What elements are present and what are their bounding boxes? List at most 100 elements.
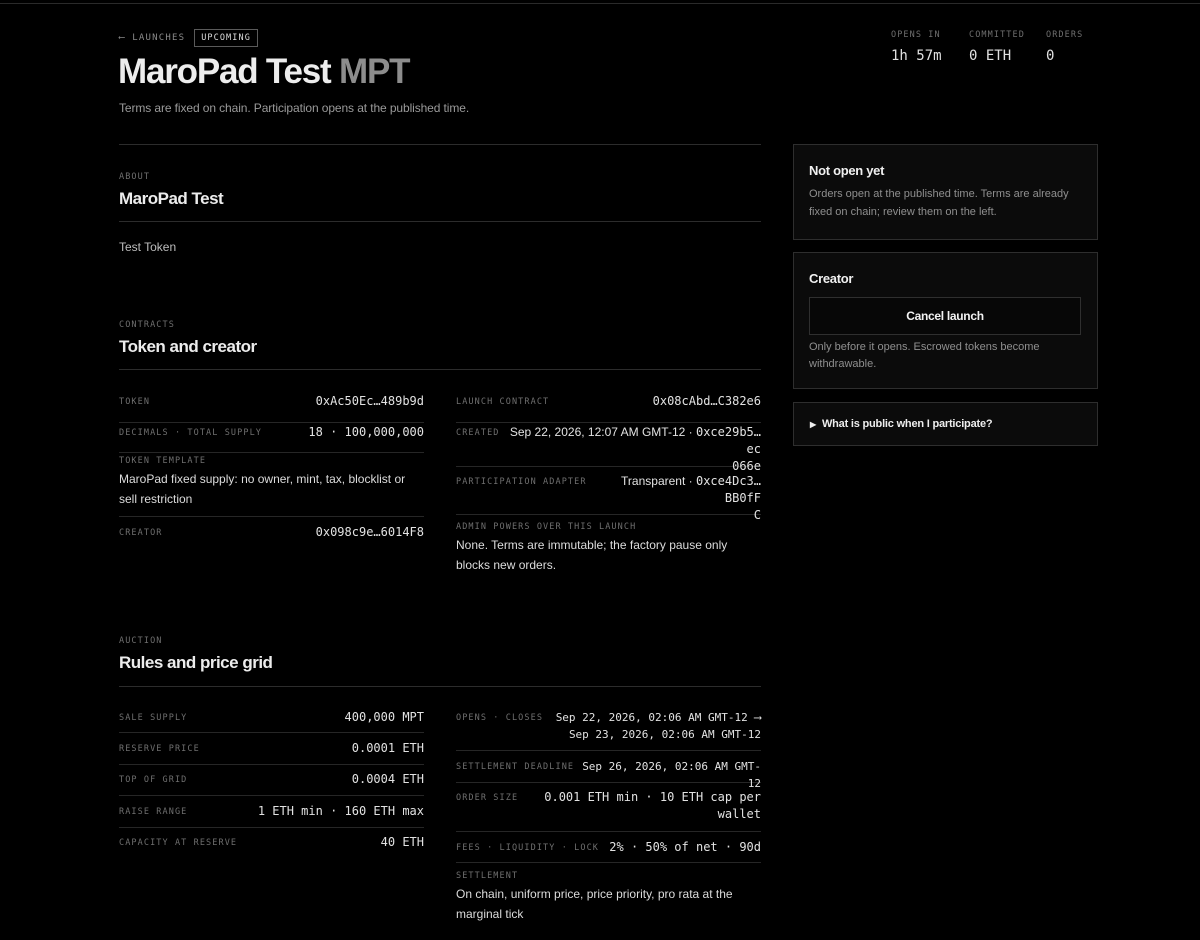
sale-supply-row: SALE SUPPLY 400,000 MPT [119, 709, 424, 733]
token-row: TOKEN 0xAc50Ec…489b9d [119, 393, 424, 423]
settlement-row: SETTLEMENT On chain, uniform price, pric… [456, 871, 761, 931]
disclosure-triangle-icon: ▶ [810, 419, 816, 429]
stat-value: 0 ETH [969, 48, 1012, 64]
creator-address[interactable]: 0x098c9e…6014F8 [316, 524, 424, 541]
raise-range-label: RAISE RANGE [119, 807, 188, 817]
settlement-deadline-row: SETTLEMENT DEADLINE Sep 26, 2026, 02:06 … [456, 758, 761, 790]
settlement-deadline-label: SETTLEMENT DEADLINE [456, 762, 575, 772]
capacity-row: CAPACITY AT RESERVE 40 ETH [119, 834, 424, 858]
about-divider [119, 221, 761, 222]
template-value: MaroPad fixed supply: no owner, mint, ta… [119, 472, 406, 506]
order-size-line-1: 0.001 ETH min · 10 ETH cap per [544, 790, 761, 804]
token-address[interactable]: 0xAc50Ec…489b9d [316, 393, 424, 410]
stat-label: COMMITTED [969, 30, 1025, 40]
opens-closes-value: Sep 22, 2026, 02:06 AM GMT-12 ⟶ Sep 23, … [556, 709, 761, 743]
admin-powers-row: ADMIN POWERS OVER THIS LAUNCH None. Term… [456, 522, 761, 582]
opens-closes-label: OPENS · CLOSES [456, 713, 544, 723]
creator-label: CREATOR [119, 528, 163, 538]
adapter-address[interactable]: 0xce4Dc3…BB0fF [696, 474, 761, 505]
status-badge: UPCOMING [194, 29, 258, 47]
adapter-type: Transparent · [621, 474, 696, 488]
stat-orders: ORDERS 0 [1046, 30, 1083, 64]
top-divider [0, 3, 1200, 4]
decimals-row: DECIMALS · TOTAL SUPPLY 18 · 100,000,000 [119, 424, 424, 453]
contracts-title: Token and creator [119, 337, 257, 356]
auction-title: Rules and price grid [119, 653, 273, 672]
page-title: MaroPad Test MPT [118, 52, 411, 92]
capacity-label: CAPACITY AT RESERVE [119, 838, 238, 848]
cancel-note: Only before it opens. Escrowed tokens be… [809, 341, 1040, 370]
settlement-value: On chain, uniform price, price priority,… [456, 887, 733, 921]
launch-contract-address[interactable]: 0x08cAbd…C382e6 [653, 393, 761, 410]
created-tx-link[interactable]: 0xce29b5…ec [696, 425, 761, 456]
token-label: TOKEN [119, 397, 151, 407]
admin-powers-value: None. Terms are immutable; the factory p… [456, 538, 728, 572]
stat-label: OPENS IN [891, 30, 941, 40]
created-row: CREATED Sep 22, 2026, 12:07 AM GMT-12 · … [456, 424, 761, 473]
reserve-price-value: 0.0001 ETH [351, 741, 424, 755]
stat-label: ORDERS [1046, 30, 1084, 40]
reserve-price-label: RESERVE PRICE [119, 744, 200, 754]
decimals-label: DECIMALS · TOTAL SUPPLY [119, 428, 263, 438]
capacity-value: 40 ETH [380, 835, 424, 849]
creator-row: CREATOR 0x098c9e…6014F8 [119, 524, 424, 548]
closes-value: Sep 23, 2026, 02:06 AM GMT-12 [568, 728, 761, 741]
contracts-eyebrow: CONTRACTS [119, 320, 175, 330]
template-label: TOKEN TEMPLATE [119, 456, 207, 466]
order-size-row: ORDER SIZE 0.001 ETH min · 10 ETH cap pe… [456, 789, 761, 832]
creator-panel: Creator Cancel launch Only before it ope… [793, 252, 1098, 389]
sale-supply-value: 400,000 MPT [344, 710, 424, 724]
about-title: MaroPad Test [119, 189, 224, 208]
top-of-grid-label: TOP OF GRID [119, 775, 188, 785]
about-eyebrow: ABOUT [119, 172, 151, 182]
stat-value: 1h 57m [891, 48, 942, 64]
created-label: CREATED [456, 428, 500, 438]
opens-closes-row: OPENS · CLOSES Sep 22, 2026, 02:06 AM GM… [456, 709, 761, 751]
adapter-row: PARTICIPATION ADAPTER Transparent · 0xce… [456, 473, 761, 522]
reserve-price-row: RESERVE PRICE 0.0001 ETH [119, 740, 424, 765]
faq-panel[interactable]: ▶ What is public when I participate? [793, 402, 1098, 446]
status-panel-title: Not open yet [809, 163, 885, 178]
status-panel-text: Orders open at the published time. Terms… [809, 188, 1069, 218]
top-of-grid-value: 0.0004 ETH [351, 772, 424, 786]
fees-label: FEES · LIQUIDITY · LOCK [456, 843, 600, 853]
faq-toggle[interactable]: ▶ What is public when I participate? [810, 418, 1082, 430]
adapter-value: Transparent · 0xce4Dc3…BB0fF C [587, 473, 761, 524]
token-symbol: MPT [339, 52, 410, 91]
about-description: Test Token [119, 240, 177, 254]
page-subtitle: Terms are fixed on chain. Participation … [119, 101, 470, 115]
auction-eyebrow: AUCTION [119, 636, 163, 646]
fees-row: FEES · LIQUIDITY · LOCK 2% · 50% of net … [456, 839, 761, 863]
raise-range-value: 1 ETH min · 160 ETH max [257, 804, 424, 818]
order-size-value: 0.001 ETH min · 10 ETH cap per wallet [544, 789, 761, 823]
settlement-deadline-value: Sep 26, 2026, 02:06 AM GMT-12 [582, 760, 761, 790]
raise-range-row: RAISE RANGE 1 ETH min · 160 ETH max [119, 803, 424, 828]
status-panel: Not open yet Orders open at the publishe… [793, 144, 1098, 240]
created-value: Sep 22, 2026, 12:07 AM GMT-12 · 0xce29b5… [500, 424, 761, 475]
launch-contract-row: LAUNCH CONTRACT 0x08cAbd…C382e6 [456, 393, 761, 423]
faq-label: What is public when I participate? [821, 418, 993, 430]
contracts-divider [119, 369, 761, 370]
creator-panel-title: Creator [809, 271, 854, 286]
launch-contract-label: LAUNCH CONTRACT [456, 397, 550, 407]
token-name: MaroPad Test [118, 52, 332, 91]
order-size-label: ORDER SIZE [456, 793, 519, 803]
stat-value: 0 [1046, 48, 1055, 64]
settlement-label: SETTLEMENT [456, 871, 519, 881]
top-of-grid-row: TOP OF GRID 0.0004 ETH [119, 771, 424, 796]
fees-value: 2% · 50% of net · 90d [609, 840, 761, 854]
created-tx-link-cont[interactable]: 066e [732, 459, 761, 473]
order-size-line-2: wallet [717, 807, 761, 821]
created-date: Sep 22, 2026, 12:07 AM GMT-12 · [509, 425, 696, 439]
template-row: TOKEN TEMPLATE MaroPad fixed supply: no … [119, 456, 424, 517]
opens-value: Sep 22, 2026, 02:06 AM GMT-12 ⟶ [555, 711, 761, 724]
decimals-value: 18 · 100,000,000 [308, 425, 424, 439]
header-divider [119, 144, 761, 145]
back-to-launches-link[interactable]: ⟵ LAUNCHES [119, 33, 185, 43]
stat-opens-in: OPENS IN 1h 57m [891, 30, 942, 64]
admin-powers-label: ADMIN POWERS OVER THIS LAUNCH [456, 522, 637, 532]
adapter-label: PARTICIPATION ADAPTER [456, 477, 587, 487]
adapter-address-cont[interactable]: C [754, 508, 761, 522]
sale-supply-label: SALE SUPPLY [119, 713, 188, 723]
cancel-launch-button[interactable]: Cancel launch [809, 297, 1081, 335]
